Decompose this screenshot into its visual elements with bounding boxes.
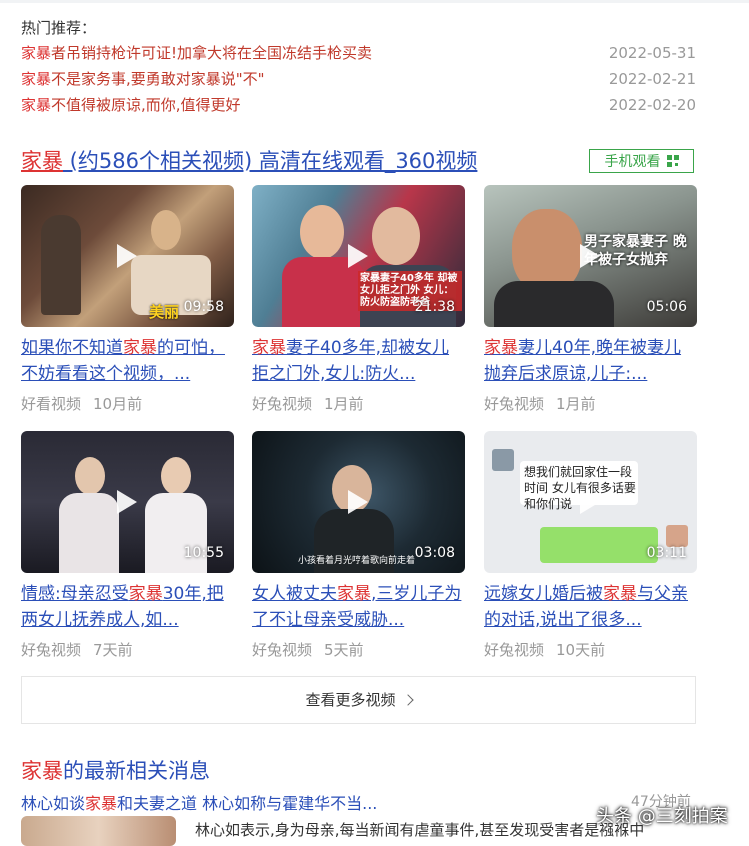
video-duration: 03:08: [414, 545, 455, 561]
video-source: 好兔视频: [21, 641, 82, 659]
video-thumbnail[interactable]: 男子家暴妻子 晚年被子女抛弃 05:06: [484, 185, 697, 327]
video-title[interactable]: 远嫁女儿婚后被家暴与父亲的对话,说出了很多...: [484, 581, 697, 633]
video-duration: 10:55: [183, 545, 224, 561]
news-title-keyword: 家暴: [21, 759, 63, 783]
video-meta: 好兔视频 1月前: [484, 393, 697, 414]
video-source: 好兔视频: [484, 395, 545, 413]
video-duration: 09:58: [183, 299, 224, 315]
news-item-snippet: 林心如表示,身为母亲,每当新闻有虐童事件,甚至发现受害者是襁褓中: [195, 821, 645, 839]
video-source: 好兔视频: [484, 641, 545, 659]
video-time: 1月前: [556, 395, 596, 413]
hot-item[interactable]: 家暴不是家务事,要勇敢对家暴说"不" 2022-02-21: [21, 68, 696, 94]
play-icon: [117, 490, 137, 514]
video-section-title[interactable]: 家暴 (约586个相关视频) 高清在线观看_360视频: [21, 145, 477, 175]
video-meta: 好兔视频 10天前: [484, 639, 697, 660]
video-title[interactable]: 女人被丈夫家暴,三岁儿子为了不让母亲受威胁...: [252, 581, 465, 633]
hot-item[interactable]: 家暴者吊销持枪许可证!加拿大将在全国冻结手枪买卖 2022-05-31: [21, 42, 696, 68]
video-meta: 好兔视频 1月前: [252, 393, 465, 414]
thumbnail-caption: 小孩看着月光哼着歌向前走着: [298, 556, 416, 566]
video-time: 5天前: [324, 641, 364, 659]
hot-item-text: 不值得被原谅,而你,值得更好: [51, 96, 241, 114]
video-title[interactable]: 如果你不知道家暴的可怕，不妨看看这个视频，...: [21, 335, 234, 387]
video-card[interactable]: 10:55 情感:母亲忍受家暴30年,把两女儿抚养成人,如... 好兔视频 7天前: [21, 431, 234, 660]
video-title[interactable]: 家暴妻子40多年,却被女儿拒之门外,女儿:防火...: [252, 335, 465, 387]
video-meta: 好兔视频 7天前: [21, 639, 234, 660]
video-meta: 好兔视频 5天前: [252, 639, 465, 660]
mobile-watch-button[interactable]: 手机观看: [589, 149, 694, 173]
hot-item-text: 者吊销持枪许可证!加拿大将在全国冻结手枪买卖: [51, 44, 373, 62]
play-icon: [348, 244, 368, 268]
news-section-title[interactable]: 家暴的最新相关消息: [21, 755, 210, 785]
top-divider: [0, 0, 749, 3]
chevron-right-icon: [401, 694, 414, 706]
thumbnail-caption: 男子家暴妻子 晚年被子女抛弃: [584, 234, 687, 268]
video-card[interactable]: 男子家暴妻子 晚年被子女抛弃 05:06 家暴妻儿40年,晚年被妻儿抛弃后求原谅…: [484, 185, 697, 414]
video-duration: 21:38: [414, 299, 455, 315]
hot-item-keyword: 家暴: [21, 44, 52, 62]
play-icon: [580, 490, 600, 514]
news-thumbnail[interactable]: [21, 816, 176, 846]
news-item-title[interactable]: 林心如谈家暴和夫妻之道 林心如称与霍建华不当...: [21, 790, 377, 814]
play-icon: [348, 490, 368, 514]
video-time: 7天前: [93, 641, 133, 659]
view-more-videos-button[interactable]: 查看更多视频: [21, 676, 696, 724]
mobile-watch-label: 手机观看: [604, 154, 661, 170]
hot-item-date: 2022-05-31: [608, 44, 696, 62]
thumbnail-caption: 美丽: [149, 303, 180, 321]
video-source: 好兔视频: [252, 641, 313, 659]
video-title[interactable]: 家暴妻儿40年,晚年被妻儿抛弃后求原谅,儿子:...: [484, 335, 697, 387]
view-more-label: 查看更多视频: [305, 691, 396, 709]
video-time: 1月前: [324, 395, 364, 413]
play-icon: [117, 244, 137, 268]
video-title[interactable]: 情感:母亲忍受家暴30年,把两女儿抚养成人,如...: [21, 581, 234, 633]
video-card[interactable]: 家暴妻子40多年 却被女儿拒之门外 女儿：防火防盗防老爸 21:38 家暴妻子4…: [252, 185, 465, 414]
hot-item-date: 2022-02-20: [608, 96, 696, 114]
video-time: 10月前: [93, 395, 143, 413]
hot-item[interactable]: 家暴不值得被原谅,而你,值得更好 2022-02-20: [21, 94, 696, 120]
hot-recommend-title: 热门推荐：: [21, 19, 97, 37]
hot-item-keyword: 家暴: [21, 70, 52, 88]
play-icon: [580, 244, 600, 268]
news-title-text: 的最新相关消息: [63, 759, 210, 783]
video-card[interactable]: 想我们就回家住一段时间 女儿有很多话要和你们说 03:11 远嫁女儿婚后被家暴与…: [484, 431, 697, 660]
hot-item-date: 2022-02-21: [608, 70, 696, 88]
video-thumbnail[interactable]: 想我们就回家住一段时间 女儿有很多话要和你们说 03:11: [484, 431, 697, 573]
hot-item-text: 不是家务事,要勇敢对家暴说"不": [51, 70, 265, 88]
video-thumbnail[interactable]: 小孩看着月光哼着歌向前走着 03:08: [252, 431, 465, 573]
video-source: 好看视频: [21, 395, 82, 413]
video-time: 10天前: [556, 641, 606, 659]
video-section-title-text: (约586个相关视频) 高清在线观看_360视频: [63, 149, 478, 173]
watermark: 头条 @三刻拍案: [596, 806, 728, 827]
video-source: 好兔视频: [252, 395, 313, 413]
video-card[interactable]: 美丽 09:58 如果你不知道家暴的可怕，不妨看看这个视频，... 好看视频 10…: [21, 185, 234, 414]
video-thumbnail[interactable]: 10:55: [21, 431, 234, 573]
hot-recommend-list: 家暴者吊销持枪许可证!加拿大将在全国冻结手枪买卖 2022-05-31 家暴不是…: [21, 42, 696, 120]
video-duration: 05:06: [646, 299, 687, 315]
video-card[interactable]: 小孩看着月光哼着歌向前走着 03:08 女人被丈夫家暴,三岁儿子为了不让母亲受威…: [252, 431, 465, 660]
video-meta: 好看视频 10月前: [21, 393, 234, 414]
video-section-title-keyword: 家暴: [21, 149, 63, 173]
video-duration: 03:11: [646, 545, 687, 561]
video-thumbnail[interactable]: 美丽 09:58: [21, 185, 234, 327]
hot-item-keyword: 家暴: [21, 96, 52, 114]
video-thumbnail[interactable]: 家暴妻子40多年 却被女儿拒之门外 女儿：防火防盗防老爸 21:38: [252, 185, 465, 327]
qr-code-icon: [666, 155, 679, 167]
